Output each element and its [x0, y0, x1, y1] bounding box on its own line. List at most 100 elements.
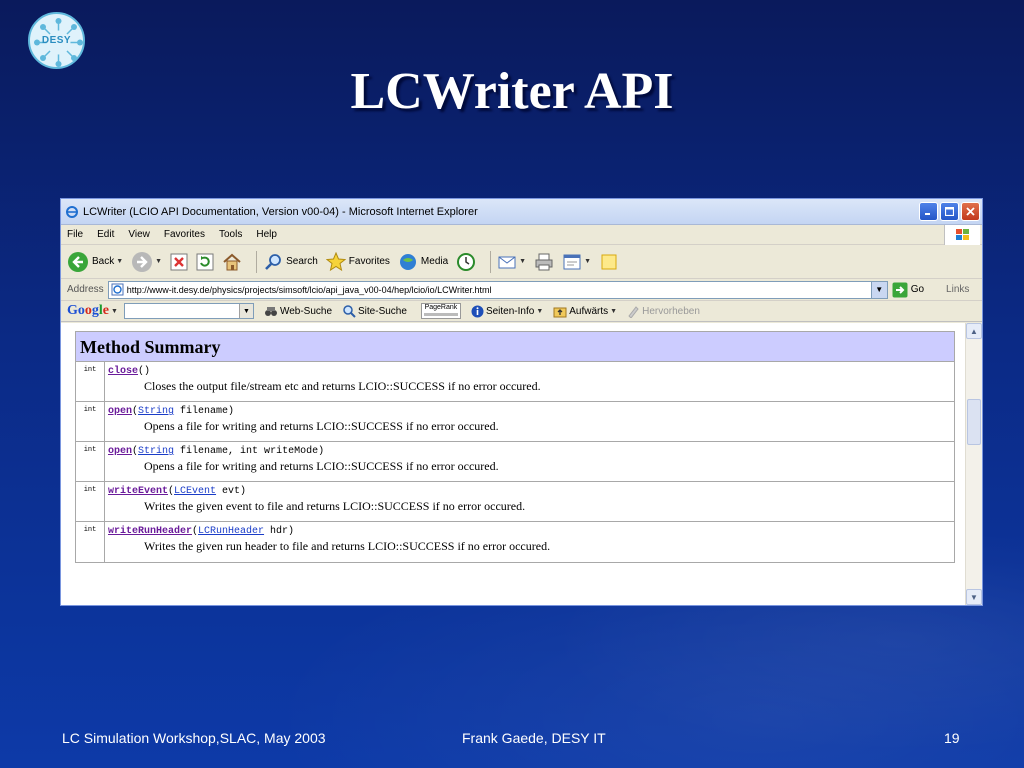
method-link[interactable]: writeRunHeader [108, 526, 192, 537]
method-signature: close() [108, 366, 151, 377]
page-info-label: Seiten-Info [485, 305, 535, 317]
edit-dropdown-icon[interactable]: ▼ [584, 258, 591, 265]
param-type-link[interactable]: LCRunHeader [198, 526, 264, 537]
mail-button[interactable]: ▼ [497, 252, 526, 272]
method-link[interactable]: open [108, 446, 132, 457]
web-search-label: Web-Suche [279, 305, 333, 317]
edit-icon [563, 254, 581, 269]
print-icon [535, 253, 553, 270]
vertical-scrollbar[interactable]: ▲ ▼ [965, 323, 982, 605]
back-label: Back [92, 256, 115, 267]
highlighter-icon [628, 305, 639, 318]
print-button[interactable] [534, 252, 554, 272]
folder-up-icon [553, 307, 567, 317]
favorites-icon [325, 251, 346, 271]
back-icon [68, 251, 88, 272]
mail-dropdown-icon[interactable]: ▼ [519, 258, 526, 265]
scrollbar-thumb[interactable] [967, 399, 981, 445]
menu-view[interactable]: View [128, 229, 150, 240]
address-dropdown-icon[interactable]: ▼ [870, 281, 887, 298]
method-summary-table: Method Summary int close() Closes the ou… [75, 331, 955, 563]
messenger-button[interactable] [599, 252, 619, 272]
address-label: Address [67, 284, 104, 295]
history-icon [457, 252, 476, 271]
return-type: int [76, 362, 105, 401]
edit-button[interactable]: ▼ [562, 252, 591, 272]
method-link[interactable]: writeEvent [108, 486, 168, 497]
google-search-input[interactable]: ▼ [123, 303, 254, 319]
page-info-dropdown-icon[interactable]: ▼ [536, 308, 543, 315]
param-type-link[interactable]: String [138, 446, 174, 457]
method-description: Opens a file for writing and returns LCI… [144, 459, 499, 473]
browser-window: LCWriter (LCIO API Documentation, Versio… [60, 198, 983, 606]
windows-flag-icon [944, 225, 980, 245]
google-menu-dropdown-icon[interactable]: ▼ [111, 308, 118, 315]
site-search-icon [343, 305, 356, 318]
menu-file[interactable]: File [67, 229, 83, 240]
history-button[interactable] [456, 252, 476, 272]
table-row: int writeEvent(LCEvent evt) Writes the g… [76, 482, 954, 522]
favorites-button[interactable]: Favorites [325, 251, 390, 272]
method-description: Writes the given event to file and retur… [144, 499, 526, 513]
forward-icon [132, 251, 153, 272]
search-label: Search [286, 256, 318, 267]
method-link[interactable]: close [108, 366, 138, 377]
param-type-link[interactable]: String [138, 406, 174, 417]
standard-toolbar: Back ▼ ▼ Search Favorites Media ▼ ▼ [61, 245, 982, 279]
forward-dropdown-icon[interactable]: ▼ [155, 258, 162, 265]
google-logo[interactable]: Google [67, 303, 109, 319]
up-button[interactable]: Aufwärts ▼ [553, 305, 617, 318]
pagerank-bar [423, 313, 458, 316]
menu-help[interactable]: Help [256, 229, 277, 240]
menu-edit[interactable]: Edit [97, 229, 114, 240]
highlight-button[interactable]: Hervorheben [627, 305, 700, 318]
method-signature: open(String filename, int writeMode) [108, 446, 325, 457]
go-button[interactable]: Go [892, 282, 924, 298]
favorites-label: Favorites [348, 256, 390, 267]
minimize-button[interactable] [919, 202, 938, 221]
web-search-button[interactable]: Web-Suche [264, 304, 332, 318]
toolbar-separator [490, 250, 492, 273]
mail-icon [498, 256, 516, 268]
forward-button[interactable]: ▼ [131, 251, 162, 273]
return-type: int [76, 442, 105, 481]
go-label: Go [910, 284, 925, 295]
up-dropdown-icon[interactable]: ▼ [610, 308, 617, 315]
address-input[interactable]: http://www-it.desy.de/physics/projects/s… [107, 280, 888, 299]
search-button[interactable]: Search [263, 252, 318, 272]
menu-favorites[interactable]: Favorites [164, 229, 205, 240]
menu-tools[interactable]: Tools [219, 229, 242, 240]
return-type: int [76, 482, 105, 521]
links-button[interactable]: Links [946, 284, 969, 295]
close-button[interactable] [961, 202, 980, 221]
back-dropdown-icon[interactable]: ▼ [116, 258, 123, 265]
search-icon [265, 253, 282, 270]
return-type: int [76, 402, 105, 441]
scroll-down-icon[interactable]: ▼ [966, 589, 982, 605]
home-button[interactable] [222, 252, 242, 272]
table-row: int close() Closes the output file/strea… [76, 362, 954, 402]
table-row: int open(String filename) Opens a file f… [76, 402, 954, 442]
maximize-button[interactable] [940, 202, 959, 221]
footer-page-number: 19 [944, 730, 960, 746]
maximize-icon [945, 207, 954, 216]
site-search-button[interactable]: Site-Suche [342, 304, 407, 318]
media-icon [399, 253, 416, 270]
scroll-up-icon[interactable]: ▲ [966, 323, 982, 339]
method-summary-heading: Method Summary [76, 332, 954, 362]
google-toolbar: Google ▼ ▼ Web-Suche Site-Suche PageRank… [61, 301, 982, 322]
param-type-link[interactable]: LCEvent [174, 486, 216, 497]
media-label: Media [420, 256, 449, 267]
title-bar[interactable]: LCWriter (LCIO API Documentation, Versio… [61, 199, 982, 225]
menu-bar: File Edit View Favorites Tools Help [61, 225, 982, 245]
refresh-button[interactable] [196, 253, 214, 271]
binoculars-icon [264, 307, 277, 316]
back-button[interactable]: Back ▼ [67, 251, 123, 273]
stop-button[interactable] [170, 253, 188, 271]
up-label: Aufwärts [569, 305, 609, 317]
stop-icon [170, 253, 188, 270]
media-button[interactable]: Media [398, 252, 448, 272]
google-search-dropdown-icon[interactable]: ▼ [238, 304, 253, 318]
page-info-button[interactable]: Seiten-Info ▼ [471, 305, 543, 318]
method-link[interactable]: open [108, 406, 132, 417]
